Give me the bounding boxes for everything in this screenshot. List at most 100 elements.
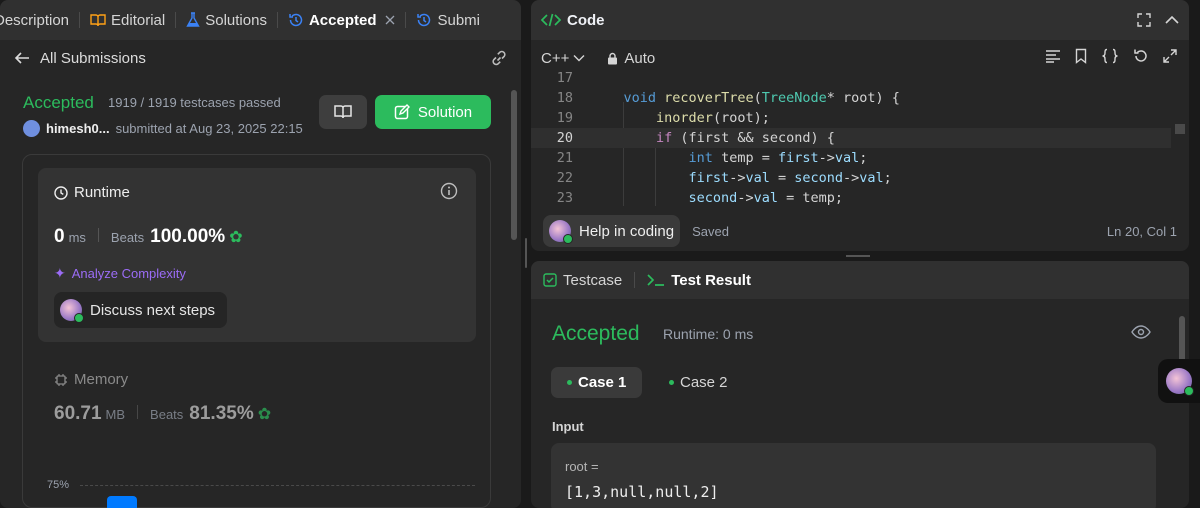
discuss-label: Discuss next steps [90,301,216,319]
line-number: 19 [556,110,573,126]
code-line: 19 inorder(root); [531,108,1171,128]
discuss-next-steps-button[interactable]: Discuss next steps [54,292,228,328]
code-text: inorder(root); [656,110,770,126]
chip-icon [54,373,68,387]
chart-tick-label: 75% [47,479,70,491]
tab-accepted[interactable]: Accepted [282,0,402,40]
code-text: int temp = first->val; [688,150,868,166]
analyze-complexity-link[interactable]: ✦ Analyze Complexity [54,265,186,282]
code-text: second->val = temp; [688,190,844,206]
all-submissions-link[interactable]: All Submissions [40,50,146,67]
link-icon[interactable] [489,49,509,67]
test-panel: Testcase Test Result Accepted Runtime: 0… [531,261,1189,508]
bookmark-icon[interactable] [1075,48,1087,64]
tab-editorial[interactable]: Editorial [84,0,171,40]
format-icon[interactable] [1045,48,1061,64]
analyze-label: Analyze Complexity [71,266,186,281]
case-2-label: Case 2 [680,374,728,391]
chart-gridline [80,485,475,486]
runtime-unit: ms [68,230,86,245]
code-line: 23 second->val = temp; [531,188,1171,208]
avatar[interactable] [23,120,40,137]
code-icon [541,13,561,27]
edit-icon [394,104,410,120]
case-2-tab[interactable]: Case 2 [653,367,744,398]
beats-label: Beats [110,230,145,245]
expand-icon[interactable] [1163,48,1177,64]
vertical-splitter[interactable] [521,0,531,508]
braces-icon[interactable] [1101,48,1119,64]
tab-description[interactable]: Description [0,0,75,40]
tab-testcase[interactable]: Testcase [543,272,622,289]
splitter-grip[interactable] [846,255,870,257]
tab-test-result[interactable]: Test Result [647,272,751,289]
tab-submissions[interactable]: Submi [410,0,486,40]
chevron-up-icon[interactable] [1165,15,1179,25]
distribution-bar[interactable] [107,496,137,508]
code-window-controls [1137,13,1179,27]
code-editor[interactable]: 17 18 void recoverTree(TreeNode* root) {… [531,70,1189,208]
ai-assistant-avatar [60,299,84,323]
splitter-grip[interactable] [525,238,527,268]
horizontal-splitter[interactable] [531,251,1189,261]
runtime-card[interactable]: Runtime 0 ms Beats 100.00% ✿ ✦ Analyze C… [38,168,476,342]
test-tab-bar: Testcase Test Result [531,261,1189,299]
solution-button-label: Solution [417,103,473,121]
language-select[interactable]: C++ [541,50,585,67]
editorial-button[interactable] [319,95,367,129]
submission-subheader: All Submissions [0,40,521,76]
maximize-icon[interactable] [1137,13,1151,27]
scrollbar[interactable] [510,80,518,508]
beats-label: Beats [150,407,184,422]
info-icon[interactable] [440,182,458,200]
floating-assistant-button[interactable] [1158,359,1200,403]
case-1-tab[interactable]: Case 1 [551,367,643,398]
editor-tools [1045,48,1177,64]
chevron-down-icon [573,54,585,62]
tab-divider [175,12,177,28]
memory-value: 60.71 MB Beats 81.35% ✿ [54,403,271,425]
editor-scrollbar[interactable] [1175,76,1185,206]
left-tab-bar: Description Editorial Solutions Accepted… [0,0,521,40]
divider [137,405,139,419]
code-panel: Code C++ Auto 17 18 void recoverTree(Tre… [531,0,1189,251]
tab-solutions-label: Solutions [205,11,267,29]
line-number: 18 [556,90,573,106]
eye-icon[interactable] [1131,325,1151,339]
flask-icon [186,12,200,28]
pass-dot [567,380,572,385]
divider [97,228,99,242]
tab-divider [276,12,278,28]
history-icon [288,12,304,28]
scrollbar-thumb[interactable] [1175,124,1185,134]
code-line: 21 int temp = first->val; [531,148,1171,168]
code-text: if (first && second) { [656,130,835,146]
memory-title[interactable]: Memory [54,371,128,388]
username[interactable]: himesh0... [46,121,110,136]
leetcode-workspace: Description Editorial Solutions Accepted… [0,0,1200,508]
reset-icon[interactable] [1133,48,1149,64]
history-icon [416,12,432,28]
terminal-icon [647,273,665,287]
scrollbar-thumb[interactable] [511,90,517,240]
clock-icon [54,185,68,200]
tab-solutions[interactable]: Solutions [180,0,273,40]
help-label: Help in coding [579,222,675,240]
code-line: 17 [531,68,1171,88]
line-number: 22 [556,170,573,186]
input-var-value: [1,3,null,null,2] [565,483,719,501]
code-title: Code [567,11,605,29]
auto-mode[interactable]: Auto [607,50,655,67]
book-open-icon [333,104,353,120]
runtime-beats: 100.00% [150,226,226,247]
solution-button[interactable]: Solution [375,95,491,129]
arrow-left-icon[interactable] [14,51,30,65]
help-in-coding-button[interactable]: Help in coding [543,215,681,247]
close-icon[interactable] [385,15,395,25]
scrollbar[interactable] [1179,316,1187,508]
line-number: 17 [556,70,573,86]
tab-divider [634,272,636,288]
code-text: void recoverTree(TreeNode* root) { [623,90,900,106]
input-box: root = [1,3,null,null,2] [551,443,1156,508]
code-line: 18 void recoverTree(TreeNode* root) { [531,88,1171,108]
